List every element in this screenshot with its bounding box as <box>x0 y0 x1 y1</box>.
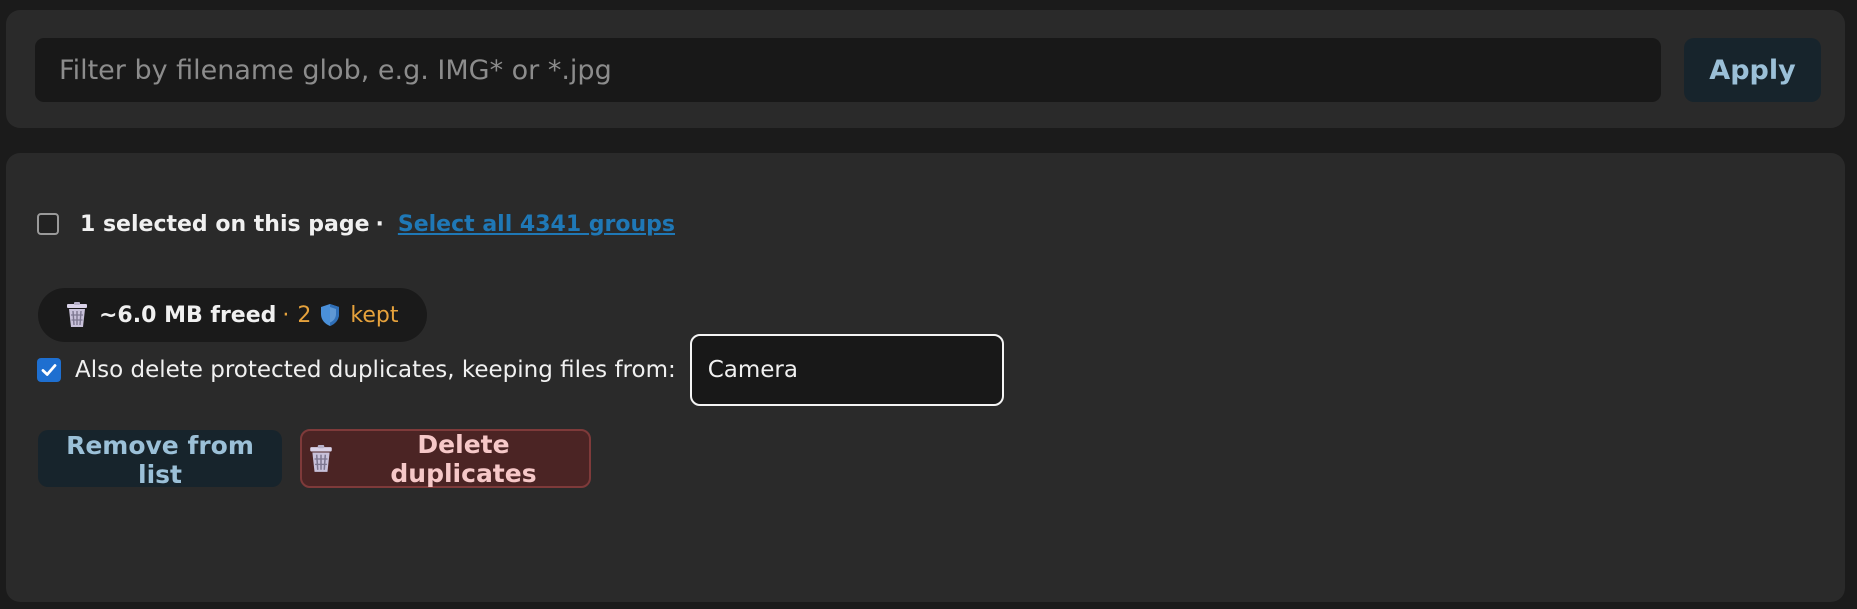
kept-count: 2 <box>297 302 312 328</box>
remove-from-list-button[interactable]: Remove from list <box>38 430 282 489</box>
separator-dot: · <box>375 211 384 237</box>
checkmark-icon <box>41 364 57 376</box>
filter-panel: Apply <box>6 10 1845 128</box>
separator-dot: · <box>282 302 290 328</box>
filename-filter-input[interactable] <box>35 38 1661 102</box>
select-page-checkbox[interactable] <box>37 213 59 235</box>
shield-icon <box>320 303 340 327</box>
select-all-groups-link[interactable]: Select all 4341 groups <box>398 212 675 237</box>
delete-protected-checkbox[interactable] <box>37 358 61 382</box>
trash-icon <box>308 444 334 473</box>
kept-label: kept <box>350 302 399 328</box>
duplicates-panel: 1 selected on this page · Select all 434… <box>6 153 1845 602</box>
protected-duplicates-row: Also delete protected duplicates, keepin… <box>37 333 1004 407</box>
freed-space-label: ~6.0 MB freed <box>99 302 277 328</box>
delete-protected-label: Also delete protected duplicates, keepin… <box>75 357 676 383</box>
selected-count-label: 1 selected on this page <box>80 211 370 237</box>
selection-row: 1 selected on this page · Select all 434… <box>37 206 675 242</box>
apply-button[interactable]: Apply <box>1684 38 1821 102</box>
trash-icon <box>65 302 89 328</box>
keep-folder-input[interactable] <box>689 334 1004 406</box>
delete-duplicates-label: Delete duplicates <box>390 429 537 488</box>
delete-duplicates-button[interactable]: Delete duplicates <box>300 429 591 488</box>
